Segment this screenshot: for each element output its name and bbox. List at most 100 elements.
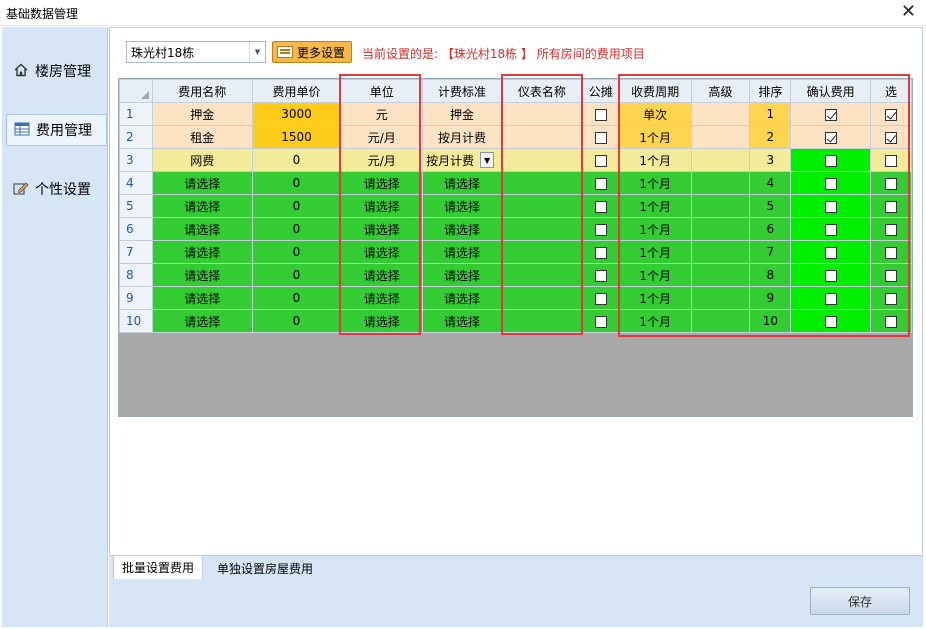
fee-price-cell[interactable]: 1500 [251, 125, 342, 149]
column-header[interactable]: 单位 [340, 79, 424, 103]
order-cell[interactable]: 9 [749, 286, 792, 310]
unit-cell[interactable]: 请选择 [340, 240, 424, 264]
order-cell[interactable]: 6 [749, 217, 792, 241]
order-cell[interactable]: 7 [749, 240, 792, 264]
shared-checkbox[interactable] [594, 269, 607, 282]
order-cell[interactable]: 2 [749, 125, 792, 149]
advanced-cell[interactable] [690, 263, 751, 287]
fee-price-cell[interactable]: 0 [251, 286, 342, 310]
table-row[interactable]: 5 请选择 0 请选择 请选择 1个月 5 [119, 194, 912, 218]
column-header[interactable]: 公摊 [581, 79, 620, 103]
billing-standard-cell[interactable]: 请选择 [422, 240, 503, 264]
sidebar-item-fees[interactable]: 费用管理 [6, 114, 107, 146]
shared-checkbox[interactable] [594, 154, 607, 167]
shared-checkbox[interactable] [594, 223, 607, 236]
select-checkbox[interactable] [885, 223, 898, 236]
confirm-checkbox[interactable] [824, 246, 837, 259]
advanced-cell[interactable] [690, 125, 751, 149]
table-row[interactable]: 10 请选择 0 请选择 请选择 1个月 10 [119, 309, 912, 333]
column-header[interactable]: 排序 [749, 79, 792, 103]
confirm-checkbox[interactable] [824, 108, 837, 121]
confirm-checkbox[interactable] [824, 223, 837, 236]
shared-cell[interactable] [581, 171, 620, 195]
cycle-cell[interactable]: 1个月 [618, 171, 692, 195]
column-header[interactable]: 仪表名称 [501, 79, 583, 103]
fee-name-cell[interactable]: 请选择 [151, 240, 253, 264]
shared-cell[interactable] [581, 102, 620, 126]
table-row[interactable]: 9 请选择 0 请选择 请选择 1个月 9 [119, 286, 912, 310]
shared-cell[interactable] [581, 217, 620, 241]
cycle-cell[interactable]: 单次 [618, 102, 692, 126]
fee-name-cell[interactable]: 网费 [151, 148, 253, 172]
unit-cell[interactable]: 请选择 [340, 263, 424, 287]
advanced-cell[interactable] [690, 171, 751, 195]
unit-cell[interactable]: 元 [340, 102, 424, 126]
select-checkbox[interactable] [885, 292, 898, 305]
fee-name-cell[interactable]: 请选择 [151, 171, 253, 195]
billing-standard-cell[interactable]: 请选择 [422, 263, 503, 287]
fee-name-cell[interactable]: 请选择 [151, 217, 253, 241]
table-row[interactable]: 4 请选择 0 请选择 请选择 1个月 4 [119, 171, 912, 195]
column-header[interactable]: 收费周期 [618, 79, 692, 103]
table-row[interactable]: 7 请选择 0 请选择 请选择 1个月 7 [119, 240, 912, 264]
unit-cell[interactable]: 元/月 [340, 148, 424, 172]
billing-standard-cell[interactable]: 请选择 [422, 217, 503, 241]
unit-cell[interactable]: 请选择 [340, 171, 424, 195]
billing-standard-cell[interactable]: 押金 [422, 102, 503, 126]
column-header[interactable]: 高级 [690, 79, 751, 103]
confirm-cell[interactable] [790, 125, 872, 149]
advanced-cell[interactable] [690, 102, 751, 126]
meter-name-cell[interactable] [501, 171, 583, 195]
shared-cell[interactable] [581, 263, 620, 287]
billing-standard-cell[interactable]: 请选择 [422, 309, 503, 333]
select-cell[interactable] [870, 240, 912, 264]
billing-standard-cell[interactable]: 按月计费 [422, 125, 503, 149]
confirm-cell[interactable] [790, 217, 872, 241]
billing-standard-cell[interactable]: 请选择 [422, 171, 503, 195]
fee-price-cell[interactable]: 0 [251, 263, 342, 287]
cycle-cell[interactable]: 1个月 [618, 240, 692, 264]
cycle-cell[interactable]: 1个月 [618, 194, 692, 218]
fee-price-cell[interactable]: 3000 [251, 102, 342, 126]
fee-price-cell[interactable]: 0 [251, 217, 342, 241]
table-row[interactable]: 3 网费 0 元/月 按月计费 ▼ 1个月 3 [119, 148, 912, 172]
meter-name-cell[interactable] [501, 217, 583, 241]
shared-checkbox[interactable] [594, 315, 607, 328]
confirm-checkbox[interactable] [824, 154, 837, 167]
confirm-cell[interactable] [790, 309, 872, 333]
advanced-cell[interactable] [690, 286, 751, 310]
table-row[interactable]: 1 押金 3000 元押金 单次 1 [119, 102, 912, 126]
confirm-checkbox[interactable] [824, 131, 837, 144]
confirm-cell[interactable] [790, 263, 872, 287]
building-select[interactable]: 珠光村18栋 ▼ [126, 41, 266, 63]
select-checkbox[interactable] [885, 315, 898, 328]
chevron-down-icon[interactable]: ▼ [249, 42, 265, 62]
fee-name-cell[interactable]: 租金 [151, 125, 253, 149]
cycle-cell[interactable]: 1个月 [618, 263, 692, 287]
fee-price-cell[interactable]: 0 [251, 194, 342, 218]
select-checkbox[interactable] [885, 246, 898, 259]
fee-name-cell[interactable]: 请选择 [151, 194, 253, 218]
select-cell[interactable] [870, 125, 912, 149]
billing-standard-cell[interactable]: 请选择 [422, 286, 503, 310]
sidebar-item-building[interactable]: 楼房管理 [6, 55, 107, 87]
shared-cell[interactable] [581, 194, 620, 218]
unit-cell[interactable]: 请选择 [340, 286, 424, 310]
confirm-cell[interactable] [790, 194, 872, 218]
meter-name-cell[interactable] [501, 240, 583, 264]
cycle-cell[interactable]: 1个月 [618, 125, 692, 149]
meter-name-cell[interactable] [501, 309, 583, 333]
order-cell[interactable]: 10 [749, 309, 792, 333]
confirm-cell[interactable] [790, 171, 872, 195]
select-checkbox[interactable] [885, 154, 898, 167]
table-row[interactable]: 6 请选择 0 请选择 请选择 1个月 6 [119, 217, 912, 241]
fee-name-cell[interactable]: 押金 [151, 102, 253, 126]
advanced-cell[interactable] [690, 217, 751, 241]
unit-cell[interactable]: 请选择 [340, 217, 424, 241]
column-header[interactable]: 费用名称 [151, 79, 253, 103]
select-cell[interactable] [870, 148, 912, 172]
column-header[interactable]: 确认费用 [790, 79, 872, 103]
confirm-cell[interactable] [790, 286, 872, 310]
tab-single-house-fees[interactable]: 单独设置房屋费用 [209, 556, 321, 580]
table-row[interactable]: 8 请选择 0 请选择 请选择 1个月 8 [119, 263, 912, 287]
